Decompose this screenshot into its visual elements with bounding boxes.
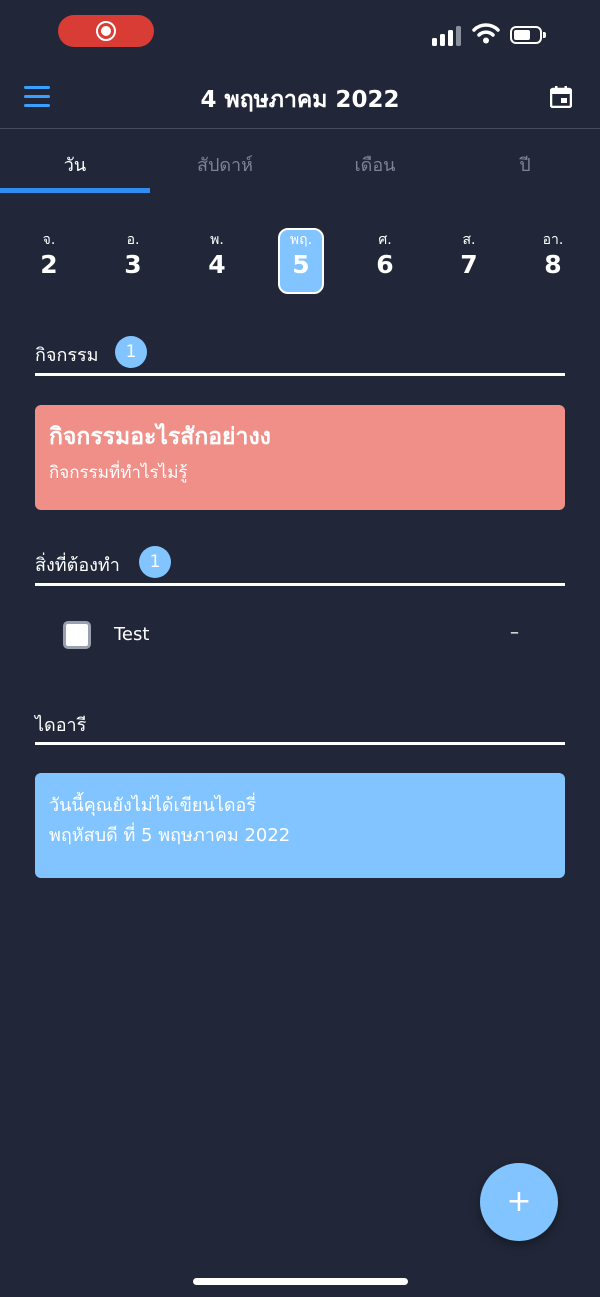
todos-section-title: สิ่งที่ต้องทำ [35, 555, 120, 576]
day-name: ศ. [378, 232, 392, 248]
day-date: 2 [40, 250, 58, 279]
home-indicator[interactable] [193, 1278, 408, 1285]
active-tab-indicator [0, 188, 150, 193]
tab-day[interactable]: วัน [0, 150, 150, 179]
day-date: 7 [460, 250, 478, 279]
day-cell[interactable]: ส. 7 [439, 230, 499, 280]
activity-card[interactable]: กิจกรรมอะไรสักอย่างง กิจกรรมที่ทำไรไม่รู… [35, 405, 565, 510]
activities-count-badge: 1 [115, 336, 147, 368]
record-icon [96, 21, 116, 41]
plus-icon: + [506, 1184, 532, 1219]
header-divider [0, 128, 600, 129]
diary-divider [35, 742, 565, 745]
day-cell[interactable]: อา. 8 [523, 230, 583, 280]
cellular-signal-icon [432, 24, 461, 46]
day-date: 4 [208, 250, 226, 279]
diary-section-title: ไดอารี [35, 715, 87, 736]
todos-divider [35, 583, 565, 586]
page-title: 4 พฤษภาคม 2022 [200, 87, 400, 113]
activity-subtitle: กิจกรรมที่ทำไรไม่รู้ [49, 463, 188, 483]
day-name: อา. [542, 232, 564, 248]
tab-week[interactable]: สัปดาห์ [150, 150, 300, 179]
screen-recording-indicator[interactable] [58, 15, 154, 47]
todo-trailing-dash[interactable]: – [510, 622, 519, 643]
day-date: 5 [292, 250, 310, 279]
day-date: 8 [544, 250, 562, 279]
activity-title: กิจกรรมอะไรสักอย่างง [49, 424, 271, 450]
todo-checkbox[interactable] [63, 621, 91, 649]
day-name: ส. [462, 232, 476, 248]
activities-divider [35, 373, 565, 376]
add-button[interactable]: + [480, 1163, 558, 1241]
day-date: 6 [376, 250, 394, 279]
todo-label: Test [114, 624, 150, 645]
activities-section-title: กิจกรรม [35, 345, 99, 366]
day-name: พฤ. [289, 232, 313, 248]
day-name: พ. [210, 232, 224, 248]
day-name: จ. [42, 232, 56, 248]
day-date: 3 [124, 250, 142, 279]
battery-icon [510, 26, 546, 44]
diary-message: วันนี้คุณยังไม่ได้เขียนไดอรี่ [49, 795, 256, 816]
todos-count-badge: 1 [139, 546, 171, 578]
diary-date: พฤหัสบดี ที่ 5 พฤษภาคม 2022 [49, 825, 291, 846]
day-cell-selected[interactable]: พฤ. 5 [271, 228, 331, 294]
day-cell[interactable]: พ. 4 [187, 230, 247, 280]
tab-month[interactable]: เดือน [300, 150, 450, 179]
day-cell[interactable]: ศ. 6 [355, 230, 415, 280]
tab-year[interactable]: ปี [450, 150, 600, 179]
day-cell[interactable]: จ. 2 [19, 230, 79, 280]
diary-card[interactable]: วันนี้คุณยังไม่ได้เขียนไดอรี่ พฤหัสบดี ท… [35, 773, 565, 878]
calendar-icon[interactable] [550, 86, 572, 108]
day-cell[interactable]: อ. 3 [103, 230, 163, 280]
day-name: อ. [126, 232, 140, 248]
wifi-icon [472, 23, 500, 44]
